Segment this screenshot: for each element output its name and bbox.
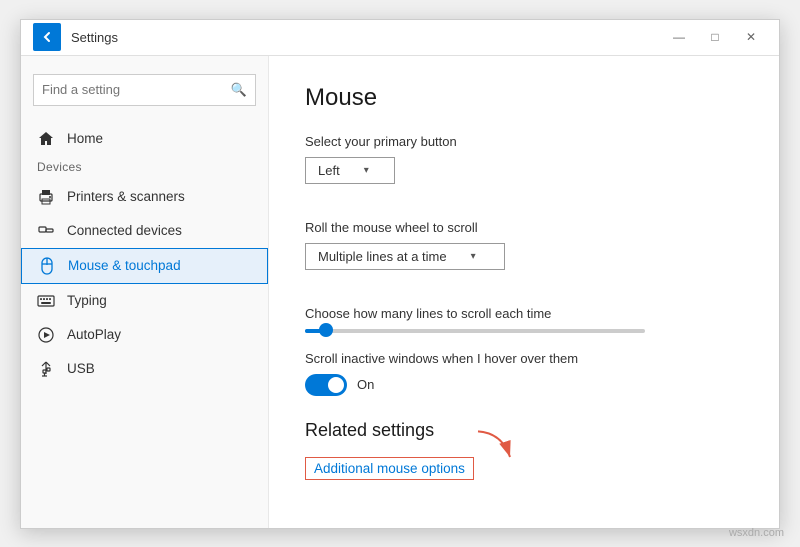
minimize-button[interactable]: — <box>663 23 695 51</box>
maximize-button[interactable]: □ <box>699 23 731 51</box>
typing-label: Typing <box>67 293 107 308</box>
search-input[interactable] <box>42 82 231 97</box>
sidebar: 🔍 Home Devices <box>21 56 269 528</box>
search-icon: 🔍 <box>231 82 247 98</box>
mouse-label: Mouse & touchpad <box>68 258 181 273</box>
autoplay-label: AutoPlay <box>67 327 121 342</box>
mouse-icon <box>38 257 56 275</box>
toggle-state-label: On <box>357 377 374 392</box>
lines-section: Choose how many lines to scroll each tim… <box>305 306 743 333</box>
inactive-scroll-toggle[interactable] <box>305 374 347 396</box>
primary-button-dropdown[interactable]: Left ▾ <box>305 157 395 184</box>
connected-icon <box>37 222 55 240</box>
titlebar: Settings — □ ✕ <box>21 20 779 56</box>
scroll-label: Roll the mouse wheel to scroll <box>305 220 743 235</box>
connected-label: Connected devices <box>67 223 182 238</box>
window-title: Settings <box>71 30 663 45</box>
page-title: Mouse <box>305 84 743 112</box>
primary-button-label: Select your primary button <box>305 134 743 149</box>
close-button[interactable]: ✕ <box>735 23 767 51</box>
sidebar-item-home[interactable]: Home <box>21 122 268 156</box>
lines-slider-thumb[interactable] <box>319 323 333 337</box>
section-label: Devices <box>21 156 268 180</box>
toggle-knob <box>328 377 344 393</box>
lines-slider-track <box>305 329 645 333</box>
printers-label: Printers & scanners <box>67 189 185 204</box>
sidebar-item-mouse[interactable]: Mouse & touchpad <box>21 248 268 284</box>
home-icon <box>37 130 55 148</box>
additional-mouse-options-link[interactable]: Additional mouse options <box>305 457 474 480</box>
keyboard-icon <box>37 292 55 310</box>
scroll-value: Multiple lines at a time <box>318 249 447 264</box>
watermark: wsxdn.com <box>729 527 784 539</box>
toggle-row: On <box>305 374 743 396</box>
sidebar-item-autoplay[interactable]: AutoPlay <box>21 318 268 352</box>
arrow-container: Additional mouse options <box>305 457 474 480</box>
usb-icon <box>37 360 55 378</box>
window-controls: — □ ✕ <box>663 23 767 51</box>
scroll-section: Roll the mouse wheel to scroll Multiple … <box>305 220 743 288</box>
printer-icon <box>37 188 55 206</box>
home-label: Home <box>67 131 103 146</box>
sidebar-item-usb[interactable]: USB <box>21 352 268 386</box>
scroll-dropdown[interactable]: Multiple lines at a time ▾ <box>305 243 505 270</box>
chevron-down-icon: ▾ <box>364 165 369 176</box>
search-box[interactable]: 🔍 <box>33 74 256 106</box>
sidebar-item-connected[interactable]: Connected devices <box>21 214 268 248</box>
usb-label: USB <box>67 361 95 376</box>
related-settings-section: Related settings Additional mouse option… <box>305 420 743 480</box>
sidebar-item-printers[interactable]: Printers & scanners <box>21 180 268 214</box>
primary-button-section: Select your primary button Left ▾ <box>305 134 743 202</box>
inactive-scroll-section: Scroll inactive windows when I hover ove… <box>305 351 743 396</box>
lines-label: Choose how many lines to scroll each tim… <box>305 306 743 321</box>
primary-button-value: Left <box>318 163 340 178</box>
content-area: 🔍 Home Devices <box>21 56 779 528</box>
chevron-down-icon-2: ▾ <box>471 251 476 262</box>
back-button[interactable] <box>33 23 61 51</box>
sidebar-item-typing[interactable]: Typing <box>21 284 268 318</box>
main-panel: Mouse Select your primary button Left ▾ … <box>269 56 779 528</box>
autoplay-icon <box>37 326 55 344</box>
related-title: Related settings <box>305 420 743 441</box>
inactive-label: Scroll inactive windows when I hover ove… <box>305 351 743 366</box>
